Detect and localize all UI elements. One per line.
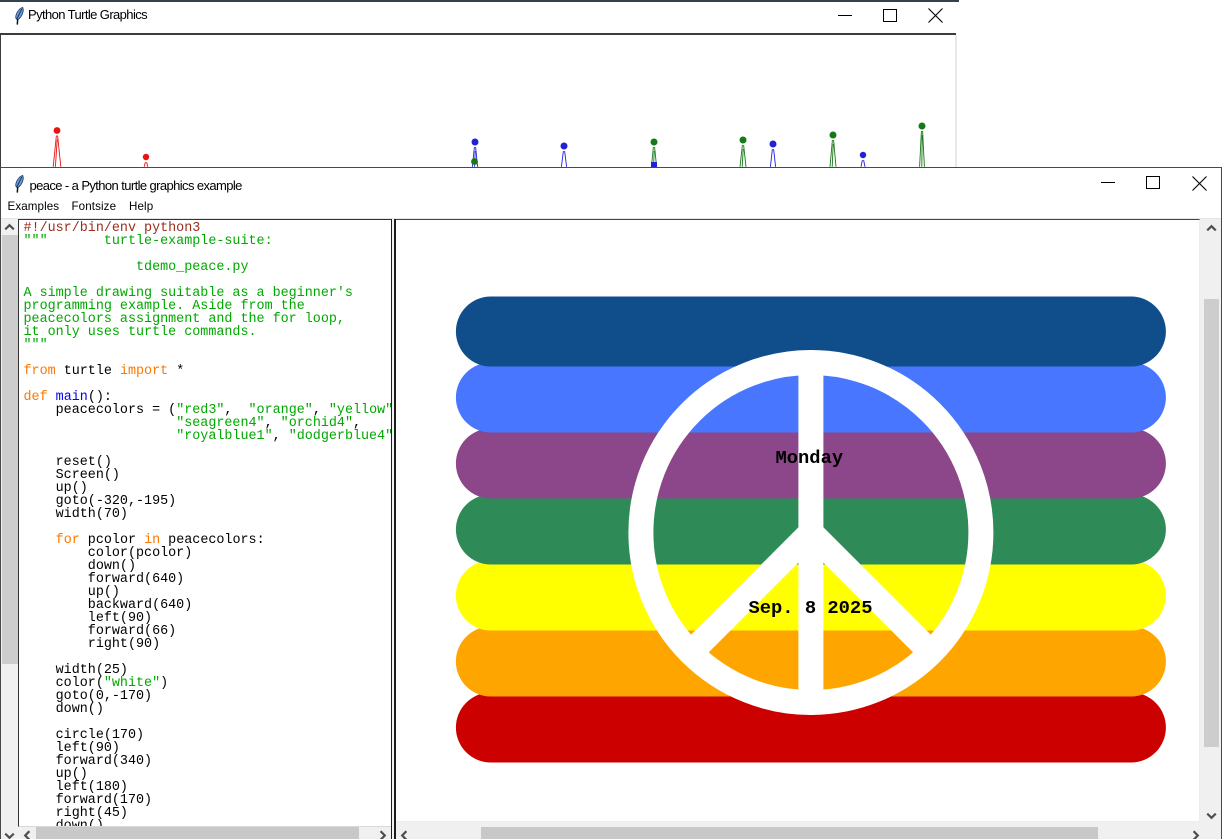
svg-text:Sep. 8 2025: Sep. 8 2025 (748, 597, 872, 619)
svg-text:Monday: Monday (775, 447, 843, 469)
